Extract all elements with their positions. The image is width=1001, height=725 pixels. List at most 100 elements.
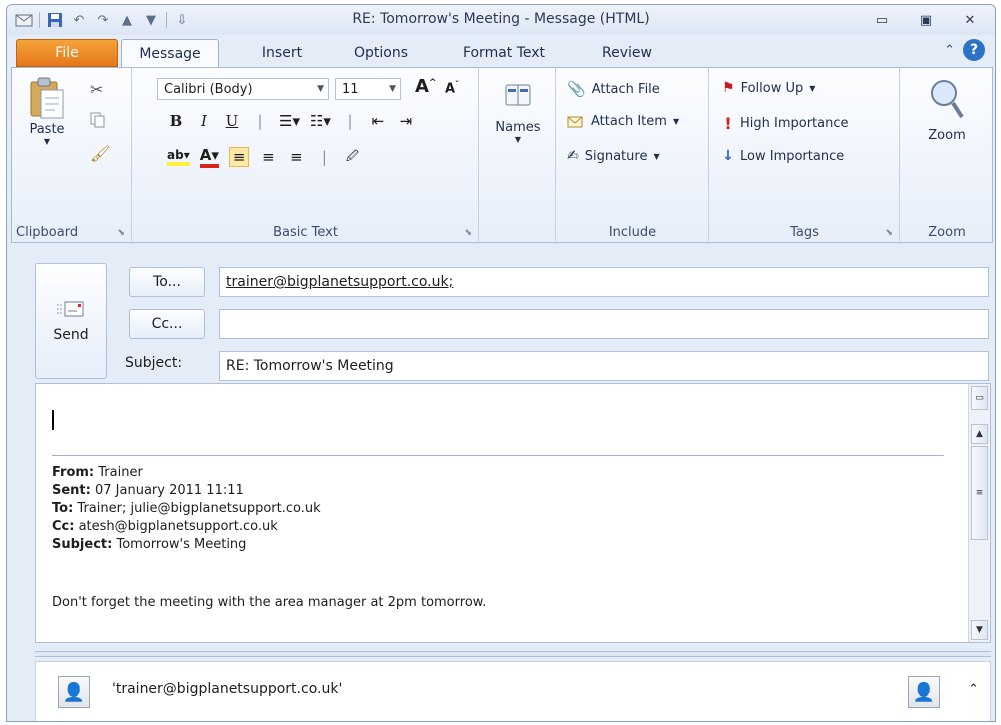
shrink-font-icon[interactable]: Aˇ <box>445 80 459 96</box>
basic-text-launcher-icon[interactable]: ⬊ <box>464 228 472 238</box>
minimize-icon[interactable]: ▭ <box>863 9 901 31</box>
quoted-cc: Cc: atesh@bigplanetsupport.co.uk <box>52 519 278 534</box>
scroll-down-icon[interactable]: ▼ <box>971 620 988 640</box>
clipboard-group-label: Clipboard <box>16 225 79 240</box>
align-center-icon[interactable]: ≡ <box>259 148 277 166</box>
to-field[interactable]: trainer@bigplanetsupport.co.uk; <box>219 267 989 297</box>
quoted-to: To: Trainer; julie@bigplanetsupport.co.u… <box>52 501 321 516</box>
signature-button[interactable]: ✍ Signature ▼ <box>567 148 660 164</box>
quoted-subject: Subject: Tomorrow's Meeting <box>52 537 247 552</box>
names-dropdown-icon[interactable]: ▼ <box>515 135 521 144</box>
window-controls: ▭ ▣ ✕ <box>863 9 989 31</box>
tab-format-text[interactable]: Format Text <box>449 39 559 67</box>
highlight-icon[interactable]: ab▾ <box>167 148 190 166</box>
font-size-dropdown-icon[interactable]: ▼ <box>389 84 396 94</box>
group-basic-text: Calibri (Body) ▼ 11 ▼ A^ Aˇ B I U | ☰▾ ☷… <box>133 68 479 244</box>
cc-field[interactable] <box>219 309 989 339</box>
title-bar: ↶ ↷ ▲ ▼ ⇩ RE: Tomorrow's Meeting - Messa… <box>7 5 995 35</box>
follow-up-label: Follow Up <box>740 80 804 96</box>
to-button[interactable]: To... <box>129 267 205 297</box>
tab-message[interactable]: Message <box>121 39 219 67</box>
contact-avatar[interactable]: 👤 <box>58 676 90 708</box>
scroll-thumb[interactable]: ≡ <box>971 446 988 540</box>
vertical-scrollbar[interactable]: ▭ ▲ ≡ ▼ <box>968 384 990 642</box>
bold-icon[interactable]: B <box>167 112 185 130</box>
close-icon[interactable]: ✕ <box>951 9 989 31</box>
zoom-button[interactable]: Zoom <box>911 78 983 143</box>
expand-people-pane-icon[interactable]: ⌃ <box>968 682 979 697</box>
scroll-up-icon[interactable]: ▲ <box>971 424 988 444</box>
font-color-icon[interactable]: A▾ <box>199 146 219 168</box>
basic-text-group-label: Basic Text <box>273 225 338 240</box>
message-body[interactable]: From: Trainer Sent: 07 January 2011 11:1… <box>35 383 991 643</box>
decrease-indent-icon[interactable]: ⇤ <box>369 112 387 130</box>
font-size-combo[interactable]: 11 ▼ <box>335 78 401 100</box>
font-size-value: 11 <box>342 81 359 97</box>
names-label: Names <box>495 120 541 135</box>
text-cursor <box>52 410 54 430</box>
people-avatar-right[interactable]: 👤 <box>908 676 940 708</box>
align-left-icon[interactable]: ≡ <box>228 147 250 167</box>
zoom-group-label: Zoom <box>928 225 966 240</box>
split-view-icon[interactable]: ▭ <box>971 386 988 410</box>
underline-icon[interactable]: U <box>223 112 241 130</box>
attach-item-dropdown-icon[interactable]: ▼ <box>673 117 679 126</box>
low-importance-button[interactable]: ↓ Low Importance <box>722 148 844 164</box>
numbering-icon[interactable]: ☷▾ <box>310 112 331 130</box>
cc-button[interactable]: Cc... <box>129 309 205 339</box>
paste-icon <box>27 76 67 120</box>
magnifier-icon <box>929 78 965 120</box>
tab-options[interactable]: Options <box>341 39 421 67</box>
attach-file-button[interactable]: 📎 Attach File <box>567 80 660 98</box>
copy-icon[interactable] <box>90 112 106 128</box>
names-button[interactable]: Names ▼ <box>486 82 550 144</box>
subject-label: Subject: <box>125 355 183 371</box>
separator: | <box>347 112 353 130</box>
format-row-2: ab▾ A▾ ≡ ≡ ≡ | 🖉 <box>167 146 361 168</box>
tab-review[interactable]: Review <box>587 39 667 67</box>
high-importance-button[interactable]: ! High Importance <box>722 114 849 133</box>
minimize-ribbon-icon[interactable]: ⌃ <box>944 43 955 58</box>
paste-dropdown-icon[interactable]: ▼ <box>44 137 50 146</box>
high-importance-label: High Importance <box>740 116 849 131</box>
clipboard-launcher-icon[interactable]: ⬊ <box>117 228 125 238</box>
zoom-button-label: Zoom <box>928 128 966 143</box>
people-pane-splitter[interactable] <box>35 651 991 657</box>
signature-dropdown-icon[interactable]: ▼ <box>653 152 659 161</box>
format-painter-icon[interactable]: 🖌 <box>90 144 110 163</box>
font-name-dropdown-icon[interactable]: ▼ <box>317 84 324 94</box>
help-icon[interactable]: ? <box>963 39 985 61</box>
paste-label: Paste <box>29 122 65 137</box>
send-button[interactable]: Send <box>35 263 107 379</box>
paste-button[interactable]: Paste ▼ <box>18 76 76 146</box>
attach-item-icon <box>567 115 585 129</box>
attach-item-label: Attach Item <box>591 114 667 129</box>
send-icon <box>57 299 85 319</box>
down-arrow-icon: ↓ <box>722 148 734 164</box>
follow-up-dropdown-icon[interactable]: ▼ <box>809 84 815 93</box>
quoted-sent: Sent: 07 January 2011 11:11 <box>52 483 244 498</box>
people-pane-name[interactable]: 'trainer@bigplanetsupport.co.uk' <box>112 681 342 697</box>
tags-launcher-icon[interactable]: ⬊ <box>885 228 893 238</box>
italic-icon[interactable]: I <box>195 112 213 130</box>
help-area: ⌃ ? <box>944 39 985 61</box>
paperclip-icon: 📎 <box>567 80 586 98</box>
restore-icon[interactable]: ▣ <box>907 9 945 31</box>
window-title: RE: Tomorrow's Meeting - Message (HTML) <box>352 11 650 27</box>
group-clipboard: Paste ▼ ✂ 🖌 Clipboard ⬊ <box>12 68 132 244</box>
align-right-icon[interactable]: ≡ <box>287 148 305 166</box>
subject-field[interactable]: RE: Tomorrow's Meeting <box>219 351 989 381</box>
low-importance-label: Low Importance <box>740 148 845 164</box>
follow-up-button[interactable]: ⚑ Follow Up ▼ <box>722 80 815 96</box>
font-name-combo[interactable]: Calibri (Body) ▼ <box>157 78 329 100</box>
bullets-icon[interactable]: ☰▾ <box>279 112 300 130</box>
grow-font-icon[interactable]: A^ <box>415 76 436 97</box>
cut-icon[interactable]: ✂ <box>90 80 103 99</box>
increase-indent-icon[interactable]: ⇥ <box>397 112 415 130</box>
style-icon[interactable]: 🖉 <box>343 147 361 168</box>
tab-insert[interactable]: Insert <box>247 39 317 67</box>
signature-label: Signature <box>584 148 648 164</box>
quoted-header: From: Trainer Sent: 07 January 2011 11:1… <box>52 464 321 554</box>
attach-item-button[interactable]: Attach Item ▼ <box>567 114 679 129</box>
tab-file[interactable]: File <box>16 39 118 67</box>
